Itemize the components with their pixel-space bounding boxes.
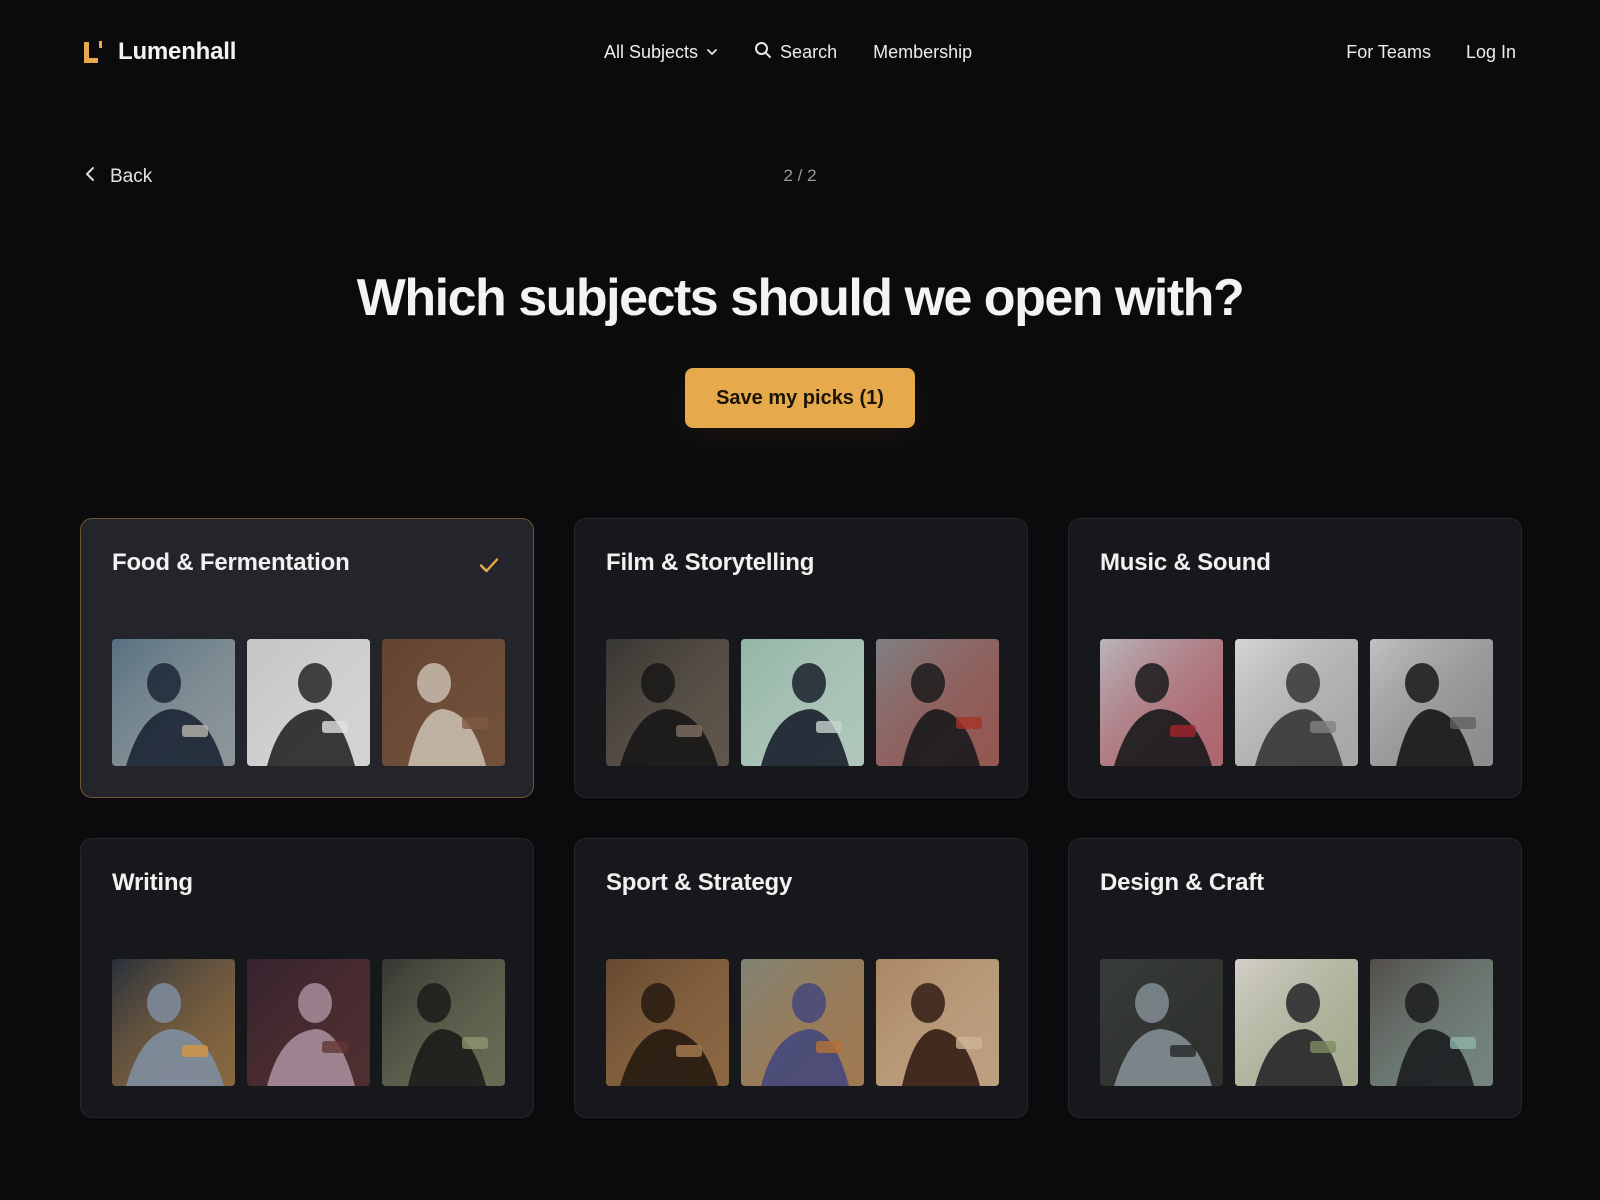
subject-card-food-and-fermentation[interactable]: Food & Fermentation xyxy=(80,518,534,798)
lumenhall-logo-icon xyxy=(84,39,104,65)
log-in-link[interactable]: Log In xyxy=(1466,42,1516,63)
subject-card-title: Sport & Strategy xyxy=(606,869,793,896)
subject-card-title: Music & Sound xyxy=(1100,549,1271,576)
instructor-photo xyxy=(112,639,235,766)
subject-card-music-and-sound[interactable]: Music & Sound xyxy=(1068,518,1522,798)
save-picks-button[interactable]: Save my picks (1) xyxy=(685,368,915,428)
subject-card-sport-and-strategy[interactable]: Sport & Strategy xyxy=(574,838,1028,1118)
subject-photo-strip xyxy=(606,959,999,1086)
instructor-photo xyxy=(741,959,864,1086)
instructor-photo xyxy=(1370,959,1493,1086)
log-in-label: Log In xyxy=(1465,41,1516,62)
instructor-photo xyxy=(112,959,235,1086)
primary-nav: All Subjects Search Membership xyxy=(604,38,972,66)
instructor-photo xyxy=(1235,959,1358,1086)
top-navigation: Lumenhall All Subjects Search Membership… xyxy=(0,0,1600,104)
for-teams-label: For Teams xyxy=(1346,41,1431,62)
for-teams-link[interactable]: For Teams xyxy=(1346,42,1431,63)
subject-card-film-and-storytelling[interactable]: Film & Storytelling xyxy=(574,518,1028,798)
instructor-photo xyxy=(1100,639,1223,766)
instructor-photo xyxy=(876,639,999,766)
instructor-photo xyxy=(382,959,505,1086)
subject-photo-strip xyxy=(1100,959,1493,1086)
subject-card-title: Film & Storytelling xyxy=(606,549,815,576)
subject-card-writing[interactable]: Writing xyxy=(80,838,534,1118)
instructor-photo xyxy=(741,639,864,766)
chevron-down-icon xyxy=(706,42,718,63)
subject-photo-strip xyxy=(606,639,999,766)
subject-card-title: Writing xyxy=(112,869,193,896)
subject-card-design-and-craft[interactable]: Design & Craft xyxy=(1068,838,1522,1118)
subject-photo-strip xyxy=(112,639,505,766)
instructor-photo xyxy=(876,959,999,1086)
instructor-photo xyxy=(606,639,729,766)
membership-label: Membership xyxy=(873,41,973,62)
subject-photo-strip xyxy=(1100,639,1493,766)
instructor-photo xyxy=(1235,639,1358,766)
search-label: Search xyxy=(780,41,838,62)
brand-name: Lumenhall xyxy=(118,38,237,65)
instructor-photo xyxy=(382,639,505,766)
subject-photo-strip xyxy=(112,959,505,1086)
instructor-photo xyxy=(247,639,370,766)
page-title: Which subjects should we open with? xyxy=(356,269,1245,327)
instructor-photo xyxy=(1370,639,1493,766)
search-icon xyxy=(754,41,772,64)
instructor-photo xyxy=(606,959,729,1086)
step-indicator: 2 / 2 xyxy=(783,166,817,185)
subject-card-title: Design & Craft xyxy=(1100,869,1264,896)
all-subjects-label: All Subjects xyxy=(604,41,699,62)
search-link[interactable]: Search xyxy=(754,41,837,64)
instructor-photo xyxy=(247,959,370,1086)
instructor-photo xyxy=(1100,959,1223,1086)
subject-card-title: Food & Fermentation xyxy=(112,549,350,576)
account-nav: For Teams Log In xyxy=(1346,38,1516,66)
checkmark-icon xyxy=(477,553,501,577)
membership-link[interactable]: Membership xyxy=(873,42,972,63)
brand-logo-link[interactable]: Lumenhall xyxy=(84,37,236,67)
all-subjects-menu[interactable]: All Subjects xyxy=(604,42,718,63)
